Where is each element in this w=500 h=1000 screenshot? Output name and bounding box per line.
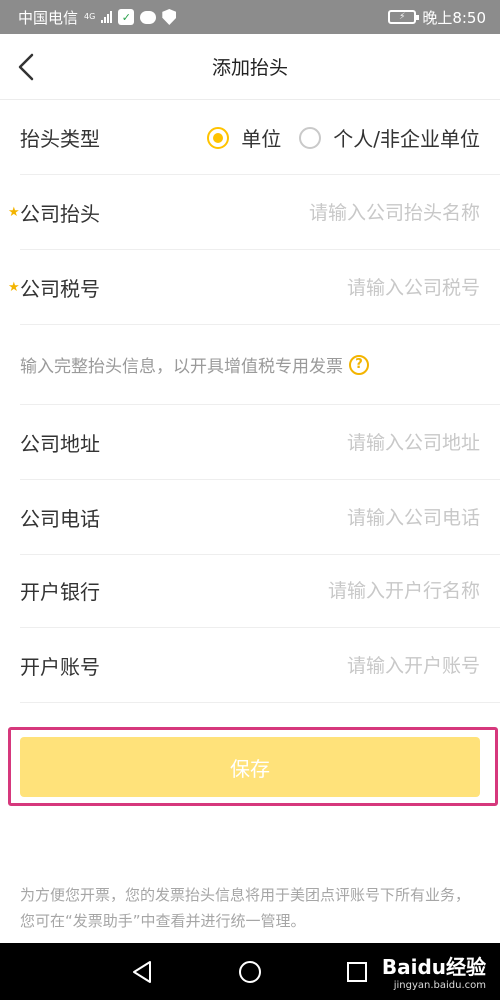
nav-recent-button[interactable] xyxy=(342,957,372,987)
footer-note: 为方便您开票，您的发票抬头信息将用于美团点评账号下所有业务，您可在“发票助手”中… xyxy=(20,886,471,930)
phone-label: 公司电话 xyxy=(20,506,100,531)
watermark-sub: jingyan.baidu.com xyxy=(393,980,486,991)
app-notification-icon: ✓ xyxy=(118,9,135,25)
status-time: 晚上8:50 xyxy=(422,8,486,27)
battery-icon: ⚡ xyxy=(388,10,420,24)
radio-company-label: 单位 xyxy=(241,127,282,151)
phone-input[interactable] xyxy=(180,480,480,555)
shield-icon xyxy=(162,9,177,25)
square-recents-icon xyxy=(347,962,367,982)
account-input[interactable] xyxy=(180,628,480,703)
bank-input[interactable] xyxy=(180,553,480,628)
watermark-main: Baidu经验 xyxy=(381,955,486,979)
tax-id-row: ★ 公司税号 xyxy=(8,250,500,325)
bank-row: 开户银行 xyxy=(20,553,500,628)
radio-unselected-icon xyxy=(299,126,322,149)
triangle-back-icon xyxy=(133,961,151,983)
nav-home-button[interactable] xyxy=(235,957,265,987)
radio-company[interactable]: 单位 xyxy=(207,123,281,152)
account-row: 开户账号 xyxy=(20,628,500,703)
phone-row: 公司电话 xyxy=(20,480,500,555)
address-input[interactable] xyxy=(180,405,480,480)
company-name-input[interactable] xyxy=(180,175,480,250)
back-button[interactable] xyxy=(14,51,44,83)
network-type: 4G xyxy=(84,12,96,21)
company-name-label: 公司抬头 xyxy=(20,201,100,226)
chevron-left-icon xyxy=(18,53,34,81)
system-nav-bar: Baidu经验 jingyan.baidu.com xyxy=(0,943,500,1000)
address-label: 公司地址 xyxy=(20,431,100,456)
circle-home-icon xyxy=(239,961,261,983)
nav-header: 添加抬头 xyxy=(0,34,500,100)
bank-label: 开户银行 xyxy=(20,579,100,604)
nav-back-button[interactable] xyxy=(128,957,158,987)
carrier-name: 中国电信 xyxy=(18,8,79,27)
radio-selected-icon xyxy=(207,126,230,149)
tax-id-input[interactable] xyxy=(180,250,480,325)
watermark: Baidu经验 jingyan.baidu.com xyxy=(382,951,486,991)
address-row: 公司地址 xyxy=(20,405,500,480)
radio-individual[interactable]: 个人/非企业单位 xyxy=(299,123,480,152)
vat-note-row: 输入完整抬头信息，以开具增值税专用发票 ? xyxy=(20,325,500,405)
tax-id-label: 公司税号 xyxy=(20,276,100,301)
account-label: 开户账号 xyxy=(20,654,100,679)
title-type-radio-group: 单位 个人/非企业单位 xyxy=(207,100,480,175)
save-button[interactable]: 保存 xyxy=(20,737,480,797)
title-type-label: 抬头类型 xyxy=(20,126,100,151)
vat-note-text: 输入完整抬头信息，以开具增值税专用发票 xyxy=(20,357,343,377)
required-star-icon: ★ xyxy=(8,205,20,220)
status-bar: 中国电信 4G ✓ ⚡ 晚上8:50 xyxy=(0,0,500,34)
required-star-icon: ★ xyxy=(8,280,20,295)
status-right: ⚡ 晚上8:50 xyxy=(388,7,486,28)
radio-individual-label: 个人/非企业单位 xyxy=(333,127,480,151)
help-icon[interactable]: ? xyxy=(349,354,369,375)
message-icon xyxy=(140,10,157,24)
page-title: 添加抬头 xyxy=(211,57,288,79)
company-name-row: ★ 公司抬头 xyxy=(8,175,500,250)
title-type-row: 抬头类型 单位 个人/非企业单位 xyxy=(20,100,500,175)
status-left: 中国电信 4G ✓ xyxy=(18,7,177,28)
signal-icon xyxy=(101,11,113,23)
